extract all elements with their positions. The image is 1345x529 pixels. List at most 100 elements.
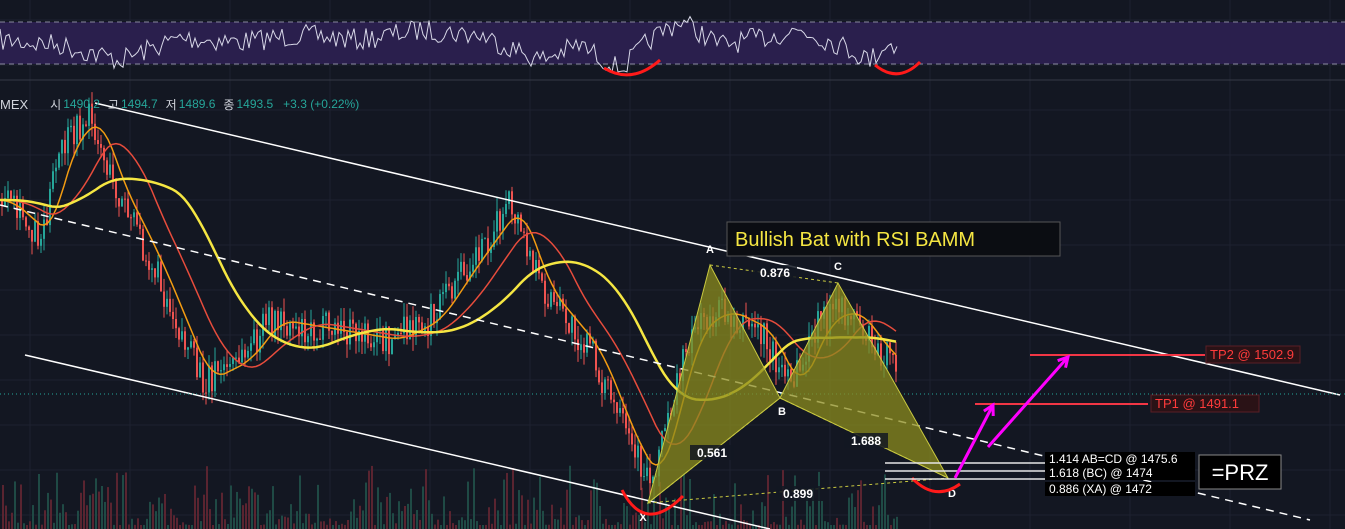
candle-body (253, 329, 255, 344)
volume-bar (485, 524, 487, 529)
candle-body (646, 467, 648, 477)
volume-bar (479, 524, 481, 529)
volume-bar (572, 524, 574, 529)
candle-body (292, 323, 294, 329)
candle-body (256, 329, 258, 353)
arrow-shaft (953, 404, 995, 479)
volume-bar (410, 488, 412, 529)
volume-bar (275, 524, 277, 529)
volume-bar (866, 524, 868, 529)
candle-body (130, 217, 132, 219)
volume-bar (134, 524, 136, 529)
candle-body (751, 323, 753, 327)
candle-body (55, 167, 57, 172)
candle-body (664, 428, 666, 432)
volume-bar (800, 519, 802, 529)
chart-area[interactable]: X A B C D 0.876 0.561 1.688 0.899 Bullish Bat wit… (0, 0, 1345, 529)
target-label: TP2 @ 1502.9 (1205, 345, 1301, 364)
candle-body (262, 313, 264, 336)
volume-bar (857, 490, 859, 529)
candle-body (100, 143, 102, 148)
volume-bar (383, 524, 385, 529)
candle-body (10, 190, 12, 199)
volume-bar (635, 512, 637, 529)
candle-body (172, 311, 174, 319)
volume-bar (494, 498, 496, 529)
change-value: +3.3 (+0.22%) (283, 97, 360, 111)
candle-body (637, 445, 639, 458)
ratio-label-text: 0.561 (697, 446, 727, 460)
candle-body (76, 115, 78, 145)
volume-bar (53, 522, 55, 529)
volume-bar (110, 502, 112, 529)
volume-bar (278, 519, 280, 529)
candle-body (61, 139, 63, 154)
volume-bar (113, 524, 115, 529)
volume-bar (467, 481, 469, 529)
volume-bar (218, 524, 220, 529)
candle-body (367, 323, 369, 344)
volume-bar (497, 510, 499, 529)
volume-bar (248, 486, 250, 529)
volume-bar (578, 515, 580, 529)
volume-bar (371, 465, 373, 529)
volume-bar (392, 513, 394, 529)
candle-body (85, 124, 87, 126)
volume-bar (785, 516, 787, 529)
harmonic-pattern (647, 263, 950, 505)
candle-body (196, 347, 198, 378)
candle-body (31, 230, 33, 242)
candle-body (643, 476, 645, 478)
volume-bar (680, 477, 682, 529)
candles (1, 92, 897, 495)
volume-bar (893, 518, 895, 529)
volume-bar (656, 514, 658, 529)
volume-bar (821, 501, 823, 529)
candle-body (160, 261, 162, 292)
volume-bar (29, 521, 31, 529)
prz-level-label: 0.886 (XA) @ 1472 (1045, 482, 1195, 496)
candle-body (457, 271, 459, 281)
candle-body (154, 268, 156, 278)
volume-bar (692, 524, 694, 529)
volume-bar (773, 522, 775, 529)
volume-bar (461, 517, 463, 529)
volume-bar (56, 472, 58, 529)
volume-bar (539, 476, 541, 529)
prz-level-label: 1.618 (BC) @ 1474 (1045, 466, 1195, 480)
candle-body (181, 331, 183, 340)
candle-body (118, 198, 120, 207)
candle-body (586, 333, 588, 353)
volume-bar (344, 524, 346, 529)
candle-body (508, 191, 510, 204)
candle-body (445, 283, 447, 293)
volume-bar (395, 523, 397, 529)
volume-bar (455, 524, 457, 529)
volume-bar (230, 485, 232, 529)
candle-body (475, 247, 477, 265)
volume-bar (836, 517, 838, 529)
symbol-label[interactable]: MEX (0, 97, 28, 112)
candle-body (169, 298, 171, 312)
volume-bar (701, 524, 703, 529)
volume-bar (734, 483, 736, 529)
candle-body (781, 364, 783, 368)
volume-bar (689, 478, 691, 529)
candle-body (316, 338, 318, 341)
volume-bar (872, 506, 874, 529)
volume-bar (155, 511, 157, 529)
volume-bar (95, 478, 97, 529)
volume-bar (368, 470, 370, 529)
price-chart[interactable]: XABCD0.8760.5611.6880.899Bullish Bat wit… (0, 0, 1345, 529)
volume-bar (875, 525, 877, 529)
candle-body (400, 332, 402, 334)
volume-bar (182, 522, 184, 529)
volume-bar (878, 505, 880, 529)
volume-bar (851, 493, 853, 529)
candle-body (205, 392, 207, 394)
candle-body (13, 195, 15, 199)
volume-bar (611, 524, 613, 529)
volume-bar (206, 466, 208, 529)
candle-body (70, 125, 72, 128)
volume-bar (614, 524, 616, 529)
